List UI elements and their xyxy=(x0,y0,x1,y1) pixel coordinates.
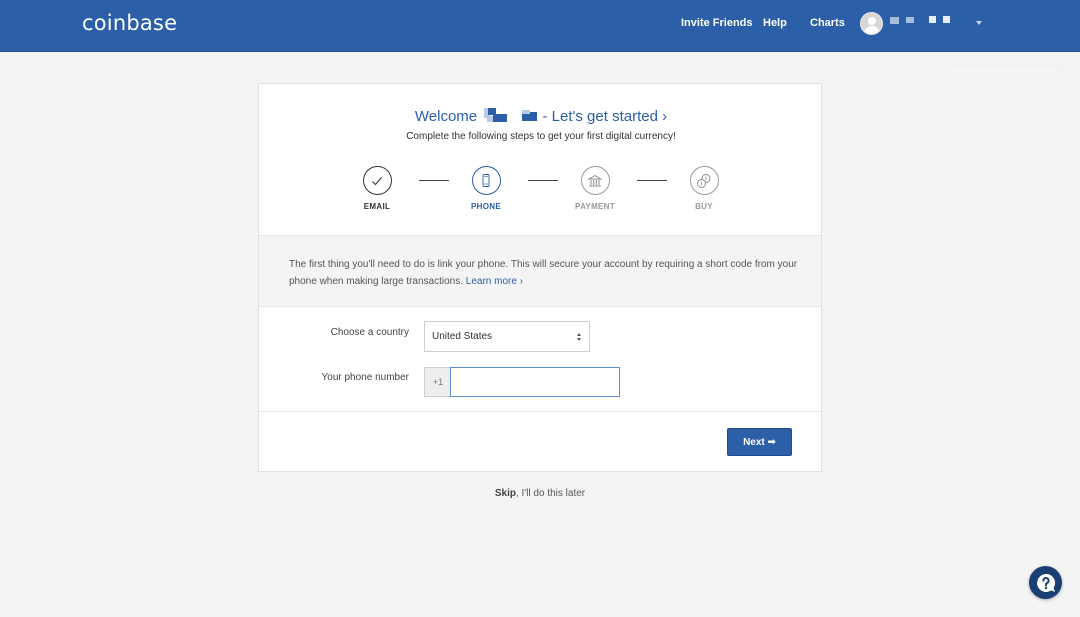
next-button[interactable]: Next ➡ xyxy=(727,428,792,456)
country-select[interactable]: United States xyxy=(424,321,590,352)
step-email-circle xyxy=(362,166,392,195)
welcome-suffix[interactable]: - Let's get started › xyxy=(543,108,668,125)
redacted-user-name xyxy=(481,108,538,122)
account-dropdown-caret-icon[interactable] xyxy=(976,21,982,25)
redacted-username-block xyxy=(890,17,899,24)
step-buy-label: BUY xyxy=(695,202,713,211)
step-phone: PHONE xyxy=(456,166,516,211)
coinbase-logo[interactable]: coinbase xyxy=(82,11,177,35)
step-payment-label: PAYMENT xyxy=(575,202,615,211)
country-label: Choose a country xyxy=(330,327,409,338)
skip-link-row[interactable]: Skip, I'll do this later xyxy=(0,488,1080,499)
coins-icon xyxy=(697,173,711,188)
redacted-username-block xyxy=(929,16,936,23)
step-payment-circle xyxy=(580,166,610,195)
checkmark-icon xyxy=(372,176,382,185)
step-connector xyxy=(419,180,449,181)
step-phone-circle xyxy=(471,166,501,195)
welcome-heading: Welcome - Let's get started › xyxy=(259,108,823,125)
avatar-body-shape xyxy=(864,26,880,34)
top-navigation-bar: coinbase Invite Friends Help Charts xyxy=(0,0,1080,52)
step-payment: PAYMENT xyxy=(565,166,625,211)
welcome-prefix: Welcome xyxy=(414,108,478,125)
nav-charts[interactable]: Charts xyxy=(810,17,845,29)
welcome-subtitle: Complete the following steps to get your… xyxy=(406,131,676,142)
redacted-username-block xyxy=(906,17,914,23)
select-arrows-icon xyxy=(576,332,582,342)
skip-link[interactable]: Skip xyxy=(495,488,516,499)
step-email-label: EMAIL xyxy=(363,202,391,211)
learn-more-link[interactable]: Learn more › xyxy=(466,276,523,287)
nav-help[interactable]: Help xyxy=(763,17,787,29)
avatar-head-shape xyxy=(868,17,876,25)
help-chat-button[interactable] xyxy=(1029,566,1062,599)
step-connector xyxy=(528,180,558,181)
info-description: The first thing you'll need to do is lin… xyxy=(289,259,798,287)
skip-text: , I'll do this later xyxy=(515,488,586,499)
step-connector xyxy=(637,180,667,181)
phone-label: Your phone number xyxy=(321,372,409,383)
country-select-value: United States xyxy=(432,331,493,342)
form-divider xyxy=(259,411,821,412)
phone-country-code: +1 xyxy=(424,367,451,397)
step-phone-label: PHONE xyxy=(471,202,501,211)
info-band: The first thing you'll need to do is lin… xyxy=(259,235,821,307)
onboarding-card: Welcome - Let's get started › Complete t… xyxy=(258,83,822,472)
step-buy-circle xyxy=(689,166,719,195)
user-avatar[interactable] xyxy=(860,12,883,35)
step-email: EMAIL xyxy=(347,166,407,211)
faint-side-panel xyxy=(946,64,1062,146)
phone-icon xyxy=(482,173,490,187)
phone-number-input[interactable] xyxy=(450,367,620,397)
bank-icon xyxy=(587,174,603,186)
step-buy: BUY xyxy=(674,166,734,211)
question-bubble-icon xyxy=(1036,573,1055,592)
info-text: The first thing you'll need to do is lin… xyxy=(289,256,799,290)
nav-invite-friends[interactable]: Invite Friends xyxy=(681,17,753,29)
redacted-username-block xyxy=(943,16,950,23)
